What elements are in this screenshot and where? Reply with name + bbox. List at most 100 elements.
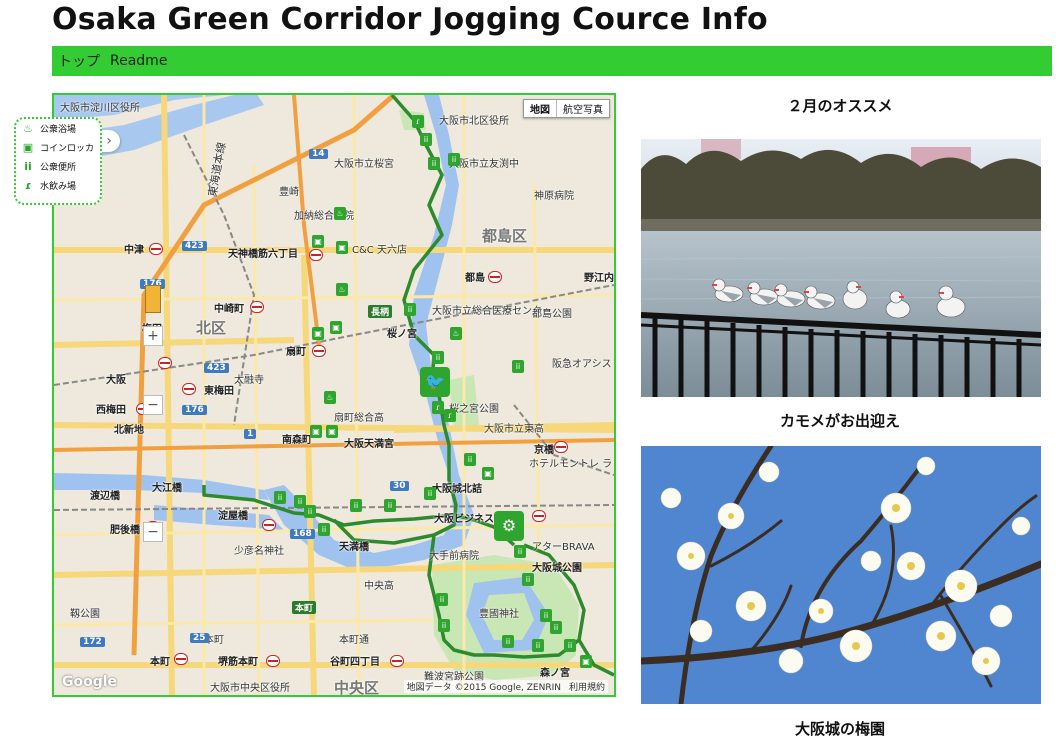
public-bath-icon[interactable]: ♨ — [450, 327, 462, 340]
route-shield: 14 — [309, 149, 328, 159]
coin-locker-icon[interactable]: ▣ — [580, 655, 592, 668]
route-shield: 423 — [204, 363, 229, 373]
map-label-station: 大阪城北詰 — [432, 484, 482, 495]
route-shield: 30 — [390, 481, 409, 491]
zoom-out-button-secondary[interactable]: − — [143, 522, 163, 542]
public-toilet-icon[interactable]: ii — [350, 499, 362, 512]
map-label-station: 中崎町 — [214, 304, 244, 315]
drinking-fountain-icon[interactable]: ɾ — [444, 409, 456, 422]
jogging-map[interactable]: 地図 航空写真 + − − 大阪市淀川区役所 大阪市北区役所 大阪市立友渕中 大… — [52, 93, 616, 697]
rail-station-icon — [488, 271, 502, 283]
public-toilet-icon[interactable]: ii — [564, 639, 576, 652]
bird-icon[interactable]: 🐦 — [420, 367, 450, 397]
zoom-in-button[interactable]: + — [143, 326, 163, 346]
map-label-station: 渡辺橋 — [90, 491, 120, 502]
rail-station-icon — [554, 441, 568, 453]
coin-locker-icon[interactable]: ▣ — [312, 235, 324, 248]
map-label-station: 淀屋橋 — [218, 511, 248, 522]
public-toilet-icon[interactable]: ii — [532, 639, 544, 652]
legend-item-coin-locker: ▣ コインロッカ — [16, 138, 100, 157]
public-toilet-icon[interactable]: ii — [514, 545, 526, 558]
rail-station-icon — [250, 301, 264, 313]
public-toilet-icon[interactable]: ii — [432, 351, 444, 364]
public-toilet-icon[interactable]: ii — [384, 499, 396, 512]
map-label-station: 森ノ宮 — [540, 668, 570, 679]
public-bath-icon[interactable]: ♨ — [336, 283, 348, 296]
map-label-station: 天満橋 — [339, 542, 369, 553]
map-label: 扇町総合高 — [334, 413, 384, 424]
coin-locker-icon: ▣ — [22, 141, 34, 154]
map-label-ward: 北区 — [196, 319, 227, 337]
map-label-station: 肥後橋 — [110, 525, 140, 536]
map-label-station: 北新地 — [114, 425, 144, 436]
public-bath-icon[interactable]: ♨ — [334, 207, 346, 220]
nav-link-top[interactable]: トップ — [58, 51, 100, 71]
gear-icon[interactable]: ⚙ — [494, 511, 524, 541]
route-shield: 168 — [290, 529, 315, 539]
map-label: 太融寺 — [234, 375, 264, 386]
map-label-station: 大阪天満宮 — [344, 439, 394, 450]
route-shield: 172 — [80, 637, 105, 647]
nav-bar: トップ Readme — [52, 46, 1052, 76]
public-toilet-icon[interactable]: ii — [436, 593, 448, 606]
rail-station-icon — [309, 249, 323, 261]
map-label: C&C 天六店 — [352, 245, 407, 256]
map-type-satellite-button[interactable]: 航空写真 — [557, 100, 609, 117]
rail-station-icon — [262, 519, 276, 531]
coin-locker-icon[interactable]: ▣ — [312, 327, 324, 340]
map-label-station: 桜ノ宮 — [387, 329, 417, 340]
recommend-heading: ２月のオススメ — [787, 97, 893, 115]
coin-locker-icon[interactable]: ▣ — [326, 425, 338, 438]
public-toilet-icon[interactable]: ii — [428, 157, 440, 170]
rail-station-icon — [266, 655, 280, 667]
rail-station-icon — [532, 510, 546, 522]
terms-link[interactable]: 利用規約 — [569, 683, 605, 693]
public-bath-icon: ♨ — [23, 122, 33, 135]
map-label-station: 中津 — [124, 245, 144, 256]
map-label-station: 南森町 — [282, 435, 312, 446]
legend-item-public-toilet: ii 公衆便所 — [16, 157, 100, 176]
map-label-station: 堺筋本町 — [218, 657, 258, 668]
public-toilet-icon[interactable]: ii — [540, 609, 552, 622]
drinking-fountain-icon[interactable]: ɾ — [432, 401, 444, 414]
public-toilet-icon[interactable]: ii — [304, 505, 316, 518]
map-attribution: 地図データ ©2015 Google, ZENRIN 利用規約 — [403, 680, 608, 693]
route-shield: 176 — [182, 405, 207, 415]
seagull-photo — [641, 139, 1041, 397]
public-toilet-icon[interactable]: ii — [274, 491, 286, 504]
public-toilet-icon[interactable]: ii — [502, 635, 514, 648]
coin-locker-icon[interactable]: ▣ — [336, 241, 348, 254]
public-bath-icon[interactable]: ♨ — [324, 391, 336, 404]
map-type-map-button[interactable]: 地図 — [524, 100, 557, 117]
public-toilet-icon[interactable]: ii — [512, 360, 524, 373]
map-label: 靱公園 — [70, 609, 100, 620]
map-type-control: 地図 航空写真 — [523, 99, 610, 118]
google-logo: Google — [62, 674, 118, 690]
map-label-station: 大江橋 — [152, 483, 182, 494]
public-toilet-icon: ii — [24, 160, 32, 173]
map-label-station: 谷町四丁目 — [330, 657, 380, 668]
public-toilet-icon[interactable]: ii — [318, 523, 330, 536]
public-toilet-icon[interactable]: ii — [448, 153, 460, 166]
map-label: 豊國神社 — [479, 609, 519, 620]
pegman-icon[interactable] — [145, 285, 161, 313]
coin-locker-icon[interactable]: ▣ — [330, 321, 342, 334]
public-toilet-icon[interactable]: ii — [420, 133, 432, 146]
drinking-fountain-icon[interactable]: ɾ — [412, 115, 424, 128]
map-label: アターBRAVA — [532, 542, 595, 553]
public-toilet-icon[interactable]: ii — [550, 621, 562, 634]
rail-station-icon — [182, 383, 196, 395]
map-label-ward: 都島区 — [482, 227, 528, 245]
coin-locker-icon[interactable]: ▣ — [482, 467, 494, 480]
map-label: 大阪市立桜宮 — [334, 159, 394, 170]
nav-link-readme[interactable]: Readme — [110, 53, 167, 69]
public-toilet-icon[interactable]: ii — [464, 453, 476, 466]
public-toilet-icon[interactable]: ii — [438, 619, 450, 632]
zoom-out-button[interactable]: − — [143, 395, 163, 415]
legend-label: 水飲み場 — [40, 182, 77, 192]
public-toilet-icon[interactable]: ii — [522, 573, 534, 586]
public-toilet-icon[interactable]: ii — [404, 303, 416, 316]
public-toilet-icon[interactable]: ii — [424, 487, 436, 500]
coin-locker-icon[interactable]: ▣ — [310, 425, 322, 438]
map-label-ward: 中央区 — [334, 679, 380, 697]
